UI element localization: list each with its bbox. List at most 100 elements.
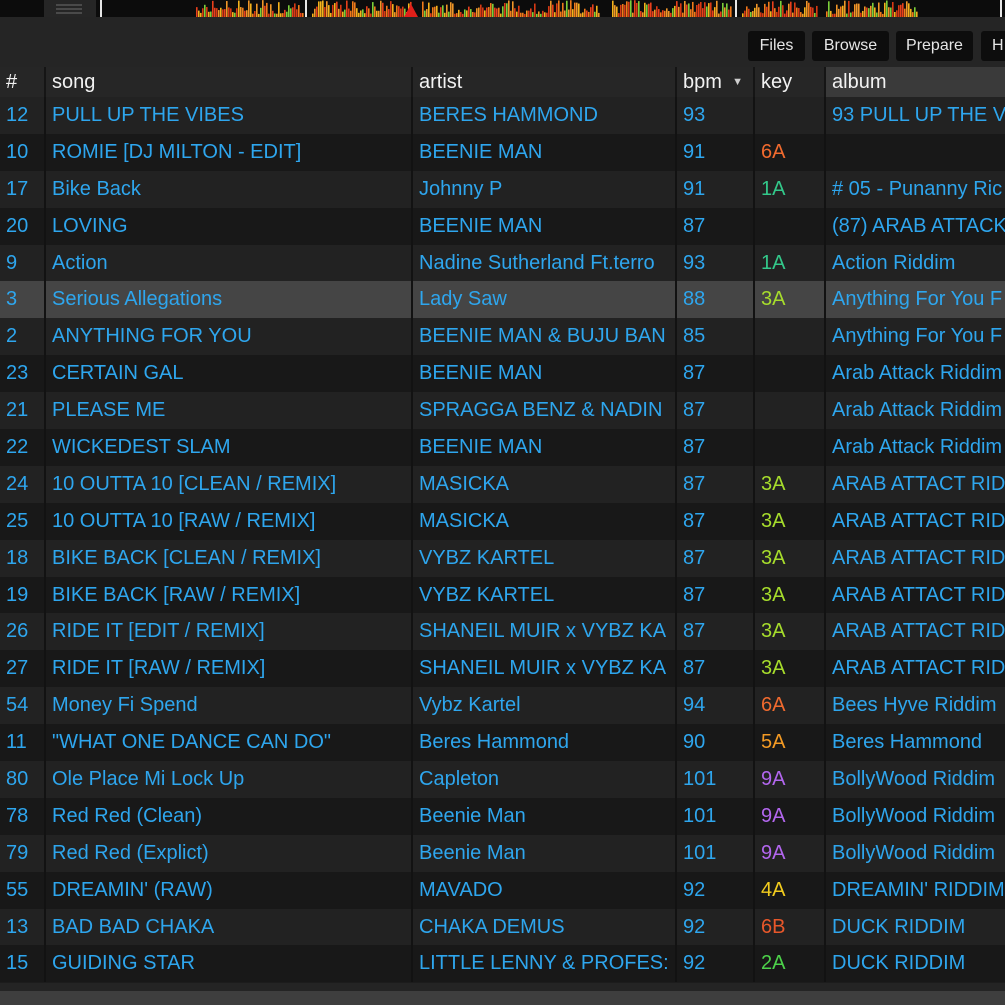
row-album: Beres Hammond [832, 731, 983, 754]
row-song: Serious Allegations [46, 281, 413, 319]
table-row[interactable]: 13 BAD BAD CHAKA CHAKA DEMUS 92 6B DUCK RIDDI… [0, 908, 1005, 946]
row-number: 12 [0, 97, 46, 134]
table-row[interactable]: 80 Ole Place Mi Lock Up Capleton 101 9A Bolly… [0, 761, 1005, 798]
row-key [755, 318, 826, 356]
table-row[interactable]: 3 Serious Allegations Lady Saw 88 3A Anything… [0, 281, 1005, 319]
table-row[interactable]: 20 LOVING BEENIE MAN 87 (87) ARAB ATTACK [0, 207, 1005, 245]
table-row[interactable]: 23 CERTAIN GAL BEENIE MAN 87 Arab Attack Rid… [0, 355, 1005, 393]
row-number: 20 [0, 207, 46, 245]
row-bpm: 88 [677, 281, 755, 319]
row-key: 3A [755, 465, 826, 503]
column-header-album[interactable]: album [826, 67, 1005, 97]
row-key: 3A [755, 613, 826, 651]
row-album: BollyWood Riddim [832, 804, 996, 827]
row-song: BAD BAD CHAKA [46, 908, 413, 946]
row-key [755, 97, 826, 134]
row-album: ARAB ATTACT RID [832, 657, 1005, 680]
row-number: 17 [0, 170, 46, 208]
row-artist: Beenie Man [413, 834, 677, 872]
row-bpm: 101 [677, 797, 755, 835]
row-key [755, 207, 826, 245]
row-album: Anything For You F [832, 288, 1003, 311]
row-key: 3A [755, 650, 826, 688]
row-artist: Vybz Kartel [413, 687, 677, 725]
browse-button[interactable]: Browse [812, 31, 889, 61]
row-bpm: 87 [677, 465, 755, 503]
column-header-key[interactable]: key [755, 67, 826, 97]
column-header-artist[interactable]: artist [413, 67, 677, 97]
table-row[interactable]: 9 Action Nadine Sutherland Ft.terro 93 1A Act… [0, 244, 1005, 282]
table-row[interactable]: 19 BIKE BACK [RAW / REMIX] VYBZ KARTEL 87 3A… [0, 576, 1005, 614]
row-number: 23 [0, 355, 46, 393]
table-row[interactable]: 26 RIDE IT [EDIT / REMIX] SHANEIL MUIR x V… [0, 613, 1005, 651]
column-header-bpm[interactable]: bpm ▼ [677, 67, 755, 97]
row-song: Red Red (Explict) [46, 834, 413, 872]
panel-resize-grip[interactable] [44, 0, 96, 17]
row-song: RIDE IT [RAW / REMIX] [46, 650, 413, 688]
table-row[interactable]: 18 BIKE BACK [CLEAN / REMIX] VYBZ KARTEL 87… [0, 539, 1005, 577]
row-number: 54 [0, 687, 46, 725]
row-bpm: 87 [677, 613, 755, 651]
row-bpm: 87 [677, 502, 755, 540]
row-artist: VYBZ KARTEL [413, 576, 677, 614]
row-artist: Beenie Man [413, 797, 677, 835]
table-row[interactable]: 25 10 OUTTA 10 [RAW / REMIX] MASICKA 87 3A AR… [0, 502, 1005, 540]
table-row[interactable]: 78 Red Red (Clean) Beenie Man 101 9A BollyWoo… [0, 797, 1005, 835]
table-row[interactable]: 15 GUIDING STAR LITTLE LENNY & PROFES: 92 2A… [0, 945, 1005, 983]
row-number: 10 [0, 133, 46, 171]
row-artist: SPRAGGA BENZ & NADIN [413, 392, 677, 430]
row-key: 6A [755, 687, 826, 725]
row-bpm: 90 [677, 724, 755, 762]
files-button[interactable]: Files [748, 31, 805, 61]
row-bpm: 93 [677, 97, 755, 134]
table-row[interactable]: 55 DREAMIN' (RAW) MAVADO 92 4A DREAMIN' RIDDI… [0, 871, 1005, 909]
table-row[interactable]: 21 PLEASE ME SPRAGGA BENZ & NADIN 87 Arab At… [0, 392, 1005, 430]
history-button[interactable]: H [981, 31, 1005, 61]
table-row[interactable]: 12 PULL UP THE VIBES BERES HAMMOND 93 93 PUL… [0, 97, 1005, 134]
table-row[interactable]: 2 ANYTHING FOR YOU BEENIE MAN & BUJU BAN 85… [0, 318, 1005, 356]
table-row[interactable]: 54 Money Fi Spend Vybz Kartel 94 6A Bees Hyve… [0, 687, 1005, 725]
row-number: 55 [0, 871, 46, 909]
row-artist: MASICKA [413, 502, 677, 540]
row-song: ANYTHING FOR YOU [46, 318, 413, 356]
row-song: Action [46, 244, 413, 282]
table-row[interactable]: 79 Red Red (Explict) Beenie Man 101 9A BollyW… [0, 834, 1005, 872]
row-artist: BEENIE MAN & BUJU BAN [413, 318, 677, 356]
row-album: Bees Hyve Riddim [832, 694, 997, 717]
column-header-song[interactable]: song [46, 67, 413, 97]
horizontal-scrollbar[interactable] [0, 991, 1005, 1005]
row-album: ARAB ATTACT RID [832, 583, 1005, 606]
row-bpm: 87 [677, 650, 755, 688]
row-song: WICKEDEST SLAM [46, 429, 413, 466]
row-album: Arab Attack Riddim [832, 436, 1003, 459]
row-artist: BERES HAMMOND [413, 97, 677, 134]
row-key: 3A [755, 576, 826, 614]
prepare-button[interactable]: Prepare [896, 31, 973, 61]
row-bpm: 91 [677, 133, 755, 171]
waveform-strip[interactable] [0, 0, 1005, 17]
row-number: 3 [0, 281, 46, 319]
row-bpm: 87 [677, 576, 755, 614]
row-bpm: 87 [677, 355, 755, 393]
table-row[interactable]: 17 Bike Back Johnny P 91 1A # 05 - Punanny Ri… [0, 170, 1005, 208]
table-row[interactable]: 22 WICKEDEST SLAM BEENIE MAN 87 Arab Attack … [0, 429, 1005, 466]
table-row[interactable]: 24 10 OUTTA 10 [CLEAN / REMIX] MASICKA 87 3A… [0, 465, 1005, 503]
row-number: 21 [0, 392, 46, 430]
browser-toolbar: Files Browse Prepare H [0, 17, 1005, 67]
row-artist: SHANEIL MUIR x VYBZ KA [413, 613, 677, 651]
row-artist: CHAKA DEMUS [413, 908, 677, 946]
row-album: BollyWood Riddim [832, 768, 996, 791]
table-row[interactable]: 27 RIDE IT [RAW / REMIX] SHANEIL MUIR x VY… [0, 650, 1005, 688]
row-song: Bike Back [46, 170, 413, 208]
row-artist: Johnny P [413, 170, 677, 208]
column-header-number[interactable]: # [0, 67, 46, 97]
table-row[interactable]: 10 ROMIE [DJ MILTON - EDIT] BEENIE MAN 91 6A [0, 133, 1005, 171]
row-key: 3A [755, 281, 826, 319]
row-key: 9A [755, 834, 826, 872]
row-album: DUCK RIDDIM [832, 915, 966, 938]
row-bpm: 93 [677, 244, 755, 282]
row-key: 2A [755, 945, 826, 983]
table-row[interactable]: 11 "WHAT ONE DANCE CAN DO" Beres Hammond 90… [0, 724, 1005, 762]
row-song: GUIDING STAR [46, 945, 413, 983]
row-album: (87) ARAB ATTACK [832, 214, 1005, 237]
